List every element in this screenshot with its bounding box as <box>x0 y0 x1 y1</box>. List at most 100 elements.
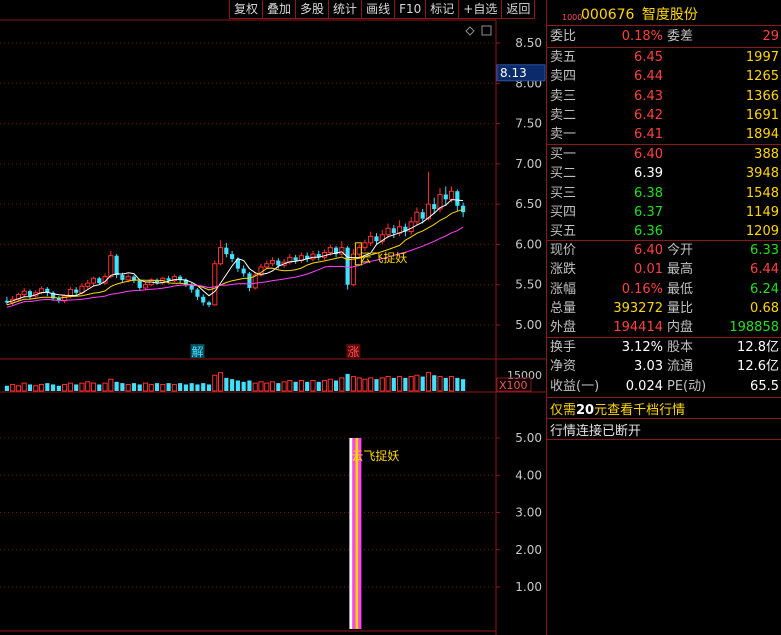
promo-suffix: 元查看千档行情 <box>594 403 686 418</box>
mark-button[interactable]: 标记 <box>425 0 460 19</box>
candle-body <box>125 276 131 281</box>
volume-bar <box>189 383 194 391</box>
stat-value: 6.44 <box>750 262 779 278</box>
fundamental-label: 收益(一) <box>550 378 600 394</box>
sell-row[interactable]: 卖四 6.44 1265 <box>547 67 781 86</box>
sell-volume: 1997 <box>745 50 779 65</box>
fundamental-row: 收益(一) 0.024 PE(动) 65.5 <box>547 377 781 396</box>
candle-body <box>293 257 298 261</box>
volume-bar <box>56 385 61 391</box>
stat-row: 外盘 194414 内盘 198858 <box>547 318 781 337</box>
price-tick-label: 6.50 <box>515 197 542 211</box>
sell-level-label: 卖三 <box>550 88 577 104</box>
f10-button[interactable]: F10 <box>394 0 427 19</box>
volume-bar <box>4 385 9 391</box>
connection-status: 行情连接已断开 <box>550 424 642 439</box>
kline-chart-svg[interactable]: 8.508.007.507.006.506.005.505.008.13云飞捉妖… <box>0 0 546 635</box>
stat-row: 涨跌 0.01 最高 6.44 <box>547 260 781 279</box>
sell-price: 6.41 <box>634 127 663 143</box>
volume-bar <box>154 383 160 391</box>
volume-bar <box>114 381 119 391</box>
sell-row[interactable]: 卖三 6.43 1366 <box>547 87 781 106</box>
candle-body <box>345 247 350 285</box>
buy-volume: 1548 <box>745 185 779 201</box>
stat-label: 今开 <box>667 243 694 258</box>
volume-bar <box>356 377 362 392</box>
weicha-value: 29 <box>762 29 779 44</box>
stat-value: 0.01 <box>634 262 663 278</box>
stat-row: 涨幅 0.16% 最低 6.24 <box>547 280 781 299</box>
volume-bar <box>74 384 79 391</box>
volume-bar <box>287 380 293 392</box>
price-tick-label: 5.00 <box>515 318 542 332</box>
kline-chart-area[interactable]: 8.50 8.00 7.50 7.00 6.50 6.00 5.50 5.00 8.13 云飞捉妖… <box>0 0 546 635</box>
fundamental-value: 3.03 <box>634 359 663 375</box>
promo-amount: 20 <box>576 403 595 418</box>
candle-body <box>420 212 425 219</box>
candle-body <box>108 255 114 278</box>
volume-bar <box>368 377 374 392</box>
level2-promo-link[interactable]: 仅需20元查看千档行情 <box>550 399 685 418</box>
stock-title[interactable]: 1000 000676 智度股份 <box>547 0 781 24</box>
volume-bar <box>160 383 166 392</box>
stat-value: 6.33 <box>750 243 779 258</box>
fuquan-button[interactable]: 复权 <box>229 0 264 19</box>
sell-row[interactable]: 卖二 6.42 1691 <box>547 106 781 125</box>
candle-body <box>97 278 102 284</box>
volume-bar <box>293 381 298 391</box>
candle-body <box>362 242 368 249</box>
statistics-button[interactable]: 统计 <box>328 0 363 19</box>
volume-bar <box>90 382 97 392</box>
sell-price: 6.43 <box>634 88 663 104</box>
draw-line-button[interactable]: 画线 <box>361 0 396 19</box>
candle-body <box>74 289 79 293</box>
volume-bar <box>420 376 425 391</box>
buy-price: 6.39 <box>634 166 663 182</box>
volume-bar <box>403 377 408 391</box>
stat-label: 内盘 <box>667 320 694 336</box>
fundamental-row: 净资 3.03 流通 12.6亿 <box>547 357 781 376</box>
candle-body <box>448 190 455 200</box>
sell-row[interactable]: 卖五 6.45 1997 <box>547 48 781 67</box>
add-watchlist-button[interactable]: +自选 <box>458 0 503 19</box>
sell-volume: 1265 <box>745 69 779 85</box>
volume-bar <box>321 380 328 392</box>
buy-row[interactable]: 买五 6.36 1209 <box>547 222 781 241</box>
volume-bar <box>195 384 200 391</box>
candle-body <box>432 204 437 209</box>
stat-value: 0.16% <box>621 281 663 297</box>
buy-row[interactable]: 买一 6.40 388 <box>547 145 781 164</box>
candle-body <box>443 194 448 200</box>
multi-stock-button[interactable]: 多股 <box>295 0 330 19</box>
window-icon <box>481 25 492 36</box>
chart-toolbar: 复权 叠加 多股 统计 画线 F10 标记 +自选 返回 <box>229 0 536 20</box>
volume-bar <box>108 378 114 392</box>
volume-bar <box>305 381 310 391</box>
candle-body <box>269 260 276 265</box>
volume-bar <box>102 382 108 392</box>
weicha-label: 委差 <box>667 29 694 44</box>
volume-bar <box>21 382 27 392</box>
sell-row[interactable]: 卖一 6.41 1894 <box>547 125 781 144</box>
indicator-tick-label: 5.00 <box>515 431 542 445</box>
volume-bar <box>455 377 460 391</box>
stock-small-label: 1000 <box>562 13 583 22</box>
buy-price: 6.37 <box>634 204 663 220</box>
signal-bar <box>349 438 353 629</box>
indicator-tick-label: 1.00 <box>515 580 542 594</box>
volume-bar <box>15 385 22 392</box>
volume-bar <box>137 384 142 391</box>
buy-row[interactable]: 买二 6.39 3948 <box>547 164 781 183</box>
buy-row[interactable]: 买四 6.37 1149 <box>547 203 781 222</box>
volume-bar <box>230 379 235 391</box>
volume-bar <box>432 375 437 391</box>
volume-bar <box>51 384 56 391</box>
volume-bar <box>339 377 345 392</box>
stat-value: 393272 <box>613 300 663 316</box>
back-button[interactable]: 返回 <box>501 0 536 19</box>
candle-body <box>385 227 391 236</box>
price-tick-label: 7.00 <box>515 157 542 171</box>
buy-row[interactable]: 买三 6.38 1548 <box>547 184 781 203</box>
overlay-button[interactable]: 叠加 <box>262 0 297 19</box>
candle-body <box>90 277 97 284</box>
